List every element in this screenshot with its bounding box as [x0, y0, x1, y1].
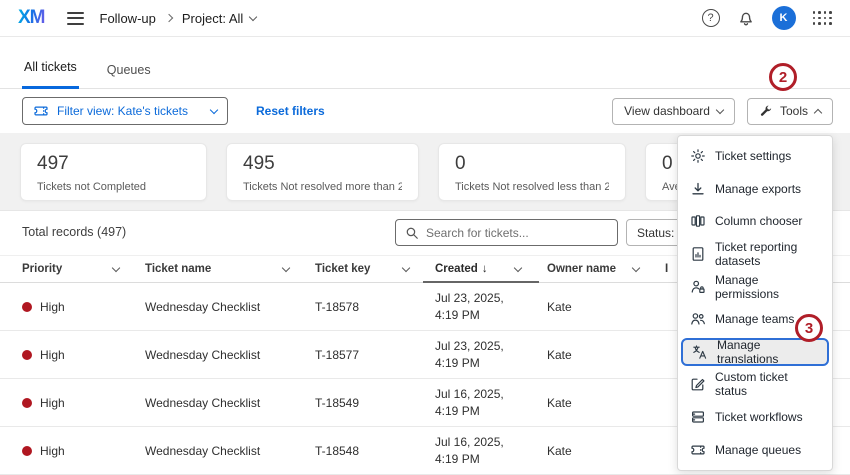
- tab-all-tickets[interactable]: All tickets: [22, 60, 79, 89]
- download-icon: [690, 181, 706, 197]
- column-header-owner-name[interactable]: Owner name: [547, 256, 665, 282]
- chevron-down-icon[interactable]: [282, 263, 290, 271]
- wrench-icon: [759, 104, 773, 118]
- priority-high-dot-icon: [22, 302, 32, 312]
- menu-item-manage-exports[interactable]: Manage exports: [678, 173, 832, 206]
- avatar[interactable]: K: [772, 6, 796, 30]
- menu-item-manage-queues[interactable]: Manage queues: [678, 433, 832, 466]
- hamburger-menu-icon[interactable]: [67, 12, 84, 25]
- menu-item-column-chooser[interactable]: Column chooser: [678, 205, 832, 238]
- ticket-icon: [690, 442, 706, 458]
- chevron-down-icon: [210, 105, 218, 113]
- search-input[interactable]: [426, 226, 608, 240]
- chevron-up-icon: [814, 108, 822, 116]
- menu-item-ticket-reporting-datasets[interactable]: Ticket reporting datasets: [678, 238, 832, 271]
- tools-button[interactable]: Tools: [747, 98, 833, 125]
- chevron-down-icon[interactable]: [112, 263, 120, 271]
- filter-view-select[interactable]: Filter view: Kate's tickets: [22, 97, 228, 125]
- bell-icon[interactable]: [737, 9, 755, 27]
- edit-square-icon: [690, 376, 706, 392]
- annotation-step-2: 2: [769, 63, 797, 91]
- stacked-tickets-icon: [690, 409, 706, 425]
- breadcrumb-section: Follow-up: [100, 11, 156, 26]
- priority-high-dot-icon: [22, 446, 32, 456]
- xm-logo: XM: [18, 7, 45, 29]
- column-header-created[interactable]: Created↓: [435, 256, 547, 282]
- priority-high-dot-icon: [22, 350, 32, 360]
- gear-icon: [690, 148, 706, 164]
- chevron-down-icon: [716, 105, 724, 113]
- chevron-down-icon[interactable]: [514, 263, 522, 271]
- tab-queues[interactable]: Queues: [105, 63, 153, 89]
- stat-card-not-resolved-less-24h: 0 Tickets Not resolved less than 24 hour…: [438, 143, 626, 201]
- apps-grid-icon[interactable]: [813, 11, 833, 25]
- person-lock-icon: [690, 279, 706, 295]
- menu-item-manage-permissions[interactable]: Manage permissions: [678, 270, 832, 303]
- stat-card-not-resolved-more-24h: 495 Tickets Not resolved more than 24 ho…: [226, 143, 419, 201]
- ticket-tabs: All tickets Queues: [0, 37, 850, 89]
- chevron-right-icon: [165, 14, 173, 22]
- column-header-ticket-name[interactable]: Ticket name: [145, 256, 315, 282]
- menu-item-ticket-workflows[interactable]: Ticket workflows: [678, 401, 832, 434]
- tools-dropdown-menu: Ticket settings Manage exports Column ch…: [677, 135, 833, 471]
- search-box: [395, 219, 618, 246]
- project-selector[interactable]: Project: All: [182, 11, 256, 26]
- chevron-down-icon: [249, 12, 257, 20]
- filter-toolbar: Filter view: Kate's tickets Reset filter…: [0, 89, 850, 133]
- chevron-down-icon[interactable]: [402, 263, 410, 271]
- column-header-priority[interactable]: Priority: [22, 256, 145, 282]
- menu-item-custom-ticket-status[interactable]: Custom ticket status: [678, 368, 832, 401]
- people-icon: [690, 311, 706, 327]
- ticket-icon: [33, 103, 49, 119]
- search-icon: [405, 226, 419, 240]
- view-dashboard-button[interactable]: View dashboard: [612, 98, 735, 125]
- breadcrumb: Follow-up Project: All: [100, 11, 257, 26]
- top-navigation-bar: XM Follow-up Project: All ? K: [0, 0, 850, 37]
- columns-icon: [690, 213, 706, 229]
- menu-item-ticket-settings[interactable]: Ticket settings: [678, 140, 832, 173]
- sort-descending-icon: ↓: [482, 263, 488, 275]
- translate-icon: [692, 344, 708, 360]
- column-header-ticket-key[interactable]: Ticket key: [315, 256, 435, 282]
- annotation-step-3: 3: [795, 314, 823, 342]
- priority-high-dot-icon: [22, 398, 32, 408]
- report-document-icon: [690, 246, 706, 262]
- stat-card-not-completed: 497 Tickets not Completed: [20, 143, 207, 201]
- chevron-down-icon[interactable]: [632, 263, 640, 271]
- total-records-label: Total records (497): [22, 225, 126, 239]
- help-icon[interactable]: ?: [702, 9, 720, 27]
- reset-filters-link[interactable]: Reset filters: [256, 104, 325, 118]
